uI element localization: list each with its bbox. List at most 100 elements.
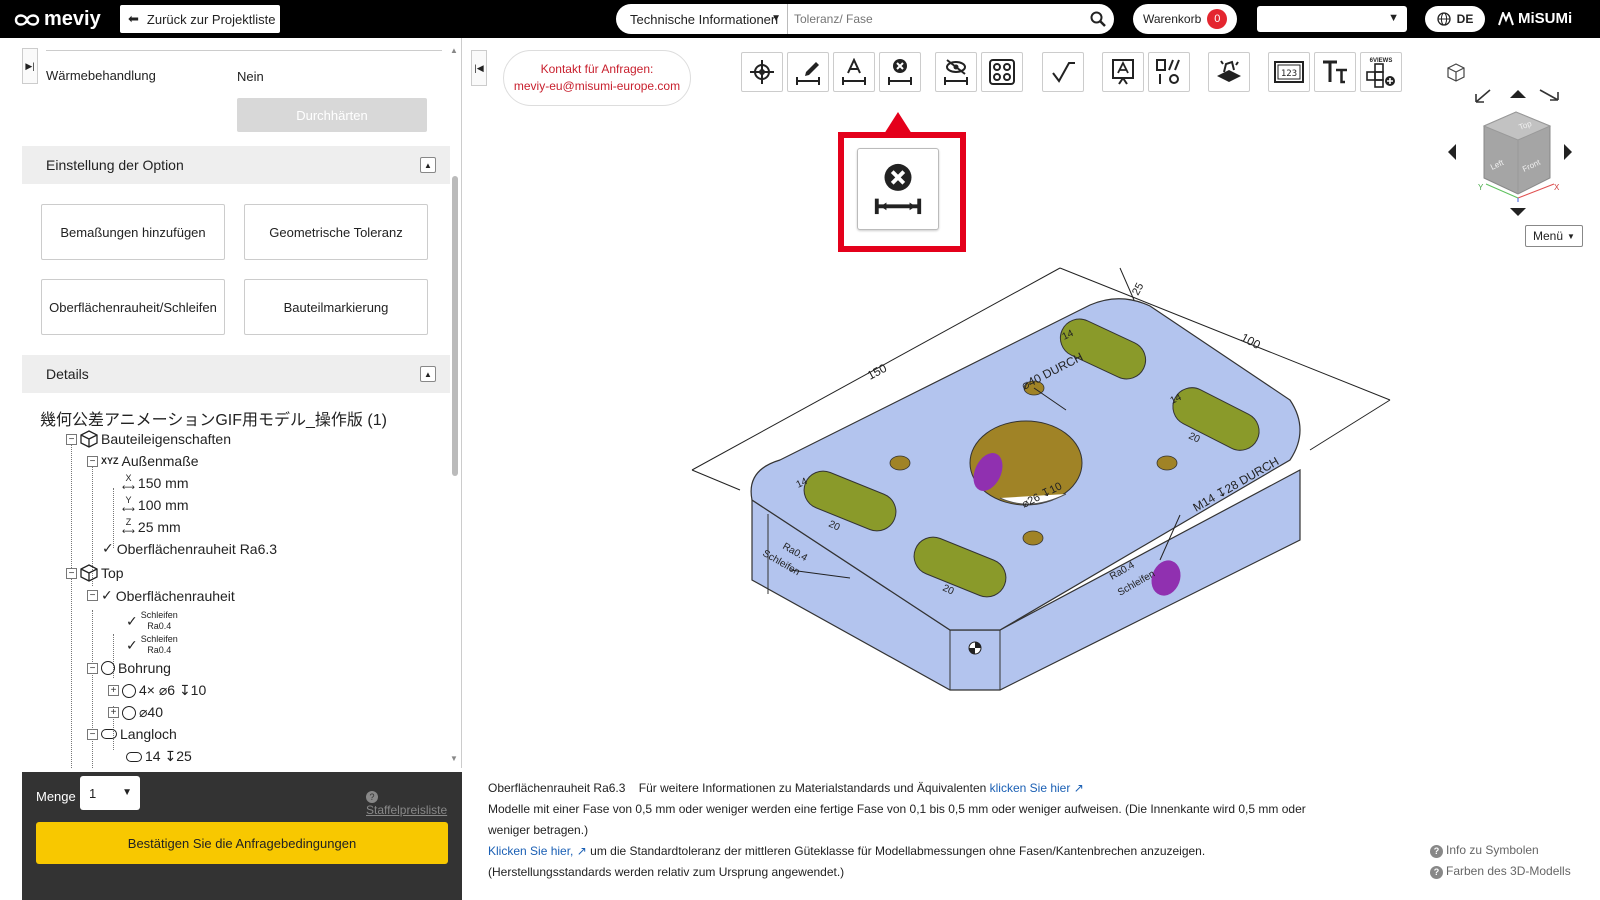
tree-label: Langloch [120,726,177,742]
collapse-node-icon[interactable]: − [87,728,98,740]
tree-node-bohrung[interactable]: − Bohrung [87,660,171,676]
rotate-up-icon[interactable] [1510,90,1526,98]
3d-model-view[interactable]: 150 100 25 ⌀40 DURCH ⌀26 ↧10 M14 ↧28 DUR… [680,250,1400,710]
tree-node-roughness[interactable]: ✓ Oberflächenrauheit Ra6.3 [102,540,277,557]
help-icon: ? [1430,866,1443,879]
tree-node-top[interactable]: − Top [66,564,124,582]
view-menu-button[interactable]: Menü ▼ [1525,225,1583,247]
tree-node-hole-1[interactable]: + 4× ⌀6 ↧10 [108,682,206,699]
brand-text: MiSUMi [1518,10,1573,27]
account-select[interactable]: ▼ [1257,6,1407,32]
meviy-logo[interactable]: meviy [14,8,101,31]
tree-node-z[interactable]: Z ⟷ 25 mm [122,518,181,536]
cube-icon [80,430,98,448]
tree-label: Oberflächenrauheit Ra6.3 [116,540,278,557]
symbol-info-link[interactable]: ? Info zu Symbolen [1430,840,1571,861]
collapse-node-icon[interactable]: − [87,590,98,601]
tree-node-langloch[interactable]: − Langloch [87,726,177,742]
x-axis-icon: X ⟷ [122,473,135,492]
cube-3d[interactable]: Top Left Front [1482,111,1552,195]
tree-node-y[interactable]: Y ⟷ 100 mm [122,496,188,514]
tree-label: ⌀40 [139,704,164,720]
x-axis-label: X [1554,183,1560,192]
tree-label: Bauteileigenschaften [101,431,231,447]
surface-roughness-button[interactable]: Oberflächenrauheit/Schleifen [41,279,225,335]
tolerance-link[interactable]: Klicken Sie hier, [488,844,573,858]
tree-node-hole-2[interactable]: + ⌀40 [108,704,163,721]
model-colors-link[interactable]: ? Farben des 3D-Modells [1430,861,1571,882]
expand-node-icon[interactable]: + [108,685,119,696]
y-axis-letter: Y [125,495,132,505]
scroll-thumb[interactable] [452,176,458,476]
stamp-tool-button[interactable] [1208,52,1250,92]
back-to-project-list-button[interactable]: ⬅ Zurück zur Projektliste [120,5,280,33]
six-views-tool-button[interactable]: 6VIEWS [1360,52,1402,92]
contact-badge[interactable]: Kontakt für Anfragen: meviy-eu@misumi-eu… [503,50,691,106]
rotate-right-arrow-icon[interactable] [1564,144,1572,160]
collapse-left-panel-button[interactable]: ▶| [22,48,38,84]
geometric-icon [1156,59,1180,84]
collapse-node-icon[interactable]: − [87,455,98,467]
rotate-down-icon[interactable] [1510,208,1526,216]
edit-dimension-tool-button[interactable] [787,52,829,92]
collapse-node-icon[interactable]: − [66,567,77,579]
text-dimension-tool-button[interactable] [833,52,875,92]
six-views-icon: 6VIEWS [1366,58,1395,88]
part-marking-button[interactable]: Bauteilmarkierung [244,279,428,335]
misumi-logo-icon [1498,11,1514,25]
roughness-check-icon: ✓ [126,612,138,629]
external-link-icon: ↗ [576,844,587,858]
geometric-tool-button[interactable] [1148,52,1190,92]
crosshair-tool-button[interactable] [741,52,783,92]
roughness-tool-button[interactable] [1042,52,1084,92]
home-view-icon[interactable] [1447,63,1465,82]
confirm-request-button[interactable]: Bestätigen Sie die Anfragebedingungen [36,822,448,864]
hide-dimension-tool-button[interactable] [935,52,977,92]
search-input[interactable] [788,12,1082,26]
language-label: DE [1456,12,1474,26]
rotate-left-icon[interactable] [1475,89,1491,103]
remove-dimension-tool-button[interactable] [879,52,921,92]
annotation-tool-button[interactable] [1102,52,1144,92]
details-section-header[interactable]: Details ▲ [22,355,450,393]
tree-node-x[interactable]: X ⟷ 150 mm [122,474,188,492]
cart-button[interactable]: Warenkorb 0 [1133,4,1237,34]
rotate-left-arrow-icon[interactable] [1448,144,1456,160]
font-tool-button[interactable] [1314,52,1356,92]
grind-label: Schleifen [140,634,178,644]
tree-node-slot-1[interactable]: 14 ↧25 [126,748,192,765]
search-icon[interactable] [1082,11,1114,27]
remove-dimension-zoomed-button[interactable] [857,148,939,230]
expand-node-icon[interactable]: + [108,707,119,718]
options-section-header[interactable]: Einstellung der Option ▲ [22,146,450,184]
harden-button[interactable]: Durchhärten [237,98,427,132]
tree-node-outer-dimensions[interactable]: − XYZ Außenmaße [87,453,199,469]
quantity-select[interactable]: 1 ▼ [80,776,140,810]
material-link[interactable]: klicken Sie hier [990,781,1071,795]
collapse-icon[interactable]: ▲ [420,157,436,173]
price-list-link[interactable]: ? Staffelpreisliste [366,789,462,817]
tree-node-part-properties[interactable]: − Bauteileigenschaften [66,430,231,448]
chevron-down-icon: ▼ [771,13,781,24]
scroll-down-icon[interactable]: ▼ [450,754,458,763]
search-category-select[interactable]: Technische Informationen ▼ [616,4,788,34]
geometric-tolerance-button[interactable]: Geometrische Toleranz [244,204,428,260]
scroll-up-icon[interactable]: ▲ [450,46,458,55]
language-button[interactable]: DE [1425,6,1485,32]
rotate-right-icon[interactable] [1539,89,1559,101]
add-dimensions-button[interactable]: Bemaßungen hinzufügen [41,204,225,260]
remove-dimension-icon [874,163,922,215]
collapse-node-icon[interactable]: − [87,662,98,674]
roughness-icon [1052,62,1075,83]
tree-node-top-roughness[interactable]: − ✓ Oberflächenrauheit [87,587,235,604]
tree-node-grind-1[interactable]: ✓ Schleifen Ra0.4 [126,610,178,632]
collapse-node-icon[interactable]: − [66,433,77,445]
left-scrollbar[interactable]: ▲ ▼ [450,46,460,766]
collapse-main-panel-button[interactable]: |◀ [471,50,487,86]
pattern-tool-button[interactable] [981,52,1023,92]
tree-node-grind-2[interactable]: ✓ Schleifen Ra0.4 [126,634,178,656]
tree-line [71,444,72,768]
collapse-icon[interactable]: ▲ [420,366,436,382]
view-cube[interactable]: Top Left Front Y X [1440,60,1580,220]
numbering-tool-button[interactable]: 123 [1268,52,1310,92]
